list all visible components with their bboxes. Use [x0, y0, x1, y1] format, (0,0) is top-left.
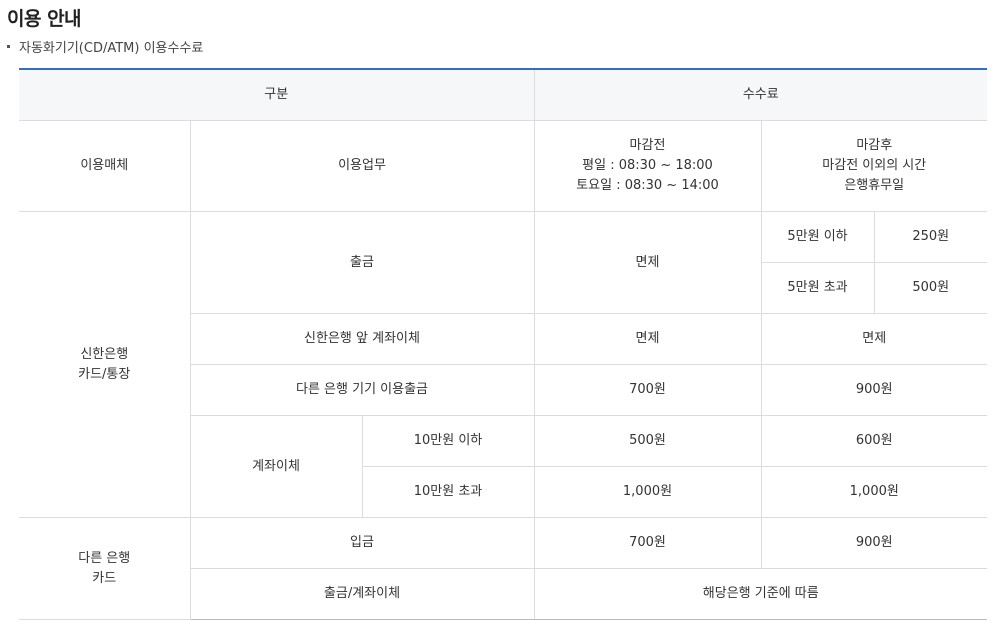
transfer-tier1-condition: 10만원 이하 [361, 415, 535, 467]
section-subtitle: 자동화기기(CD/ATM) 이용수수료 [7, 37, 203, 56]
transfer-tier1-before-fee: 500원 [533, 415, 762, 467]
media-other-card: 다른 은행 카드 [19, 517, 191, 620]
atm-fee-table: 구분 수수료 이용매체 이용업무 마감전 평일 : 08:30 ~ 18:00 … [19, 68, 988, 620]
header-category: 구분 [19, 68, 535, 121]
subheader-service: 이용업무 [189, 120, 535, 212]
weekday-hours: 평일 : 08:30 ~ 18:00 [582, 158, 713, 173]
table-row: 신한은행 카드/통장 출금 면제 5만원 이하 250원 [19, 211, 988, 518]
transfer-tier2-condition: 10만원 초과 [362, 466, 535, 518]
withdraw-before-fee: 면제 [533, 211, 762, 314]
withdraw-tier1-fee: 250원 [873, 211, 988, 263]
after-close-label: 마감후 [856, 138, 893, 153]
transfer-tier2-after-fee: 1,000원 [760, 466, 988, 518]
table-row: 다른 은행 카드 입금 700원 900원 [19, 517, 988, 620]
deposit-before-fee: 700원 [533, 517, 762, 569]
subheader-after-close: 마감후 마감전 이외의 시간 은행휴무일 [760, 120, 988, 212]
saturday-hours: 토요일 : 08:30 ~ 14:00 [576, 178, 719, 193]
table-header-row: 구분 수수료 [19, 68, 988, 121]
service-transfer-shinhan: 신한은행 앞 계좌이체 [190, 313, 535, 365]
media-shinhan: 신한은행 카드/통장 [19, 211, 191, 518]
transfer-tier2-before-fee: 1,000원 [533, 466, 762, 518]
media-shinhan-line2: 카드/통장 [78, 366, 131, 382]
other-bank-machine-after-fee: 900원 [760, 364, 988, 416]
service-transfer: 계좌이체 [190, 415, 363, 518]
before-close-label: 마감전 [629, 138, 666, 153]
bullet-icon [7, 45, 10, 48]
withdraw-tier2-condition: 5만원 초과 [761, 262, 875, 314]
deposit-after-fee: 900원 [760, 517, 988, 569]
withdraw-tier1-condition: 5만원 이하 [760, 211, 875, 263]
media-other-line2: 카드 [92, 570, 117, 586]
service-deposit: 입금 [189, 517, 535, 569]
service-withdraw-transfer: 출금/계좌이체 [190, 568, 535, 620]
page-title: 이용 안내 [7, 8, 82, 30]
bank-holiday-label: 은행휴무일 [844, 178, 905, 193]
other-bank-machine-before-fee: 700원 [533, 364, 762, 416]
subheader-row: 이용매체 이용업무 마감전 평일 : 08:30 ~ 18:00 토요일 : 0… [19, 120, 988, 212]
outside-hours-label: 마감전 이외의 시간 [822, 158, 927, 173]
transfer-shinhan-after-fee: 면제 [760, 313, 988, 365]
withdraw-transfer-fee: 해당은행 기준에 따름 [533, 568, 988, 620]
subtitle-text: 자동화기기(CD/ATM) 이용수수료 [19, 41, 204, 56]
subheader-media: 이용매체 [19, 120, 191, 212]
subheader-before-close: 마감전 평일 : 08:30 ~ 18:00 토요일 : 08:30 ~ 14:… [533, 120, 762, 212]
withdraw-tier2-fee: 500원 [873, 262, 988, 314]
service-withdraw: 출금 [189, 211, 535, 314]
media-shinhan-line1: 신한은행 [80, 346, 129, 362]
transfer-shinhan-before-fee: 면제 [533, 313, 762, 365]
transfer-tier1-after-fee: 600원 [760, 415, 988, 467]
service-other-bank-machine: 다른 은행 기기 이용출금 [190, 364, 535, 416]
header-fee: 수수료 [533, 68, 988, 121]
media-other-line1: 다른 은행 [78, 550, 131, 566]
